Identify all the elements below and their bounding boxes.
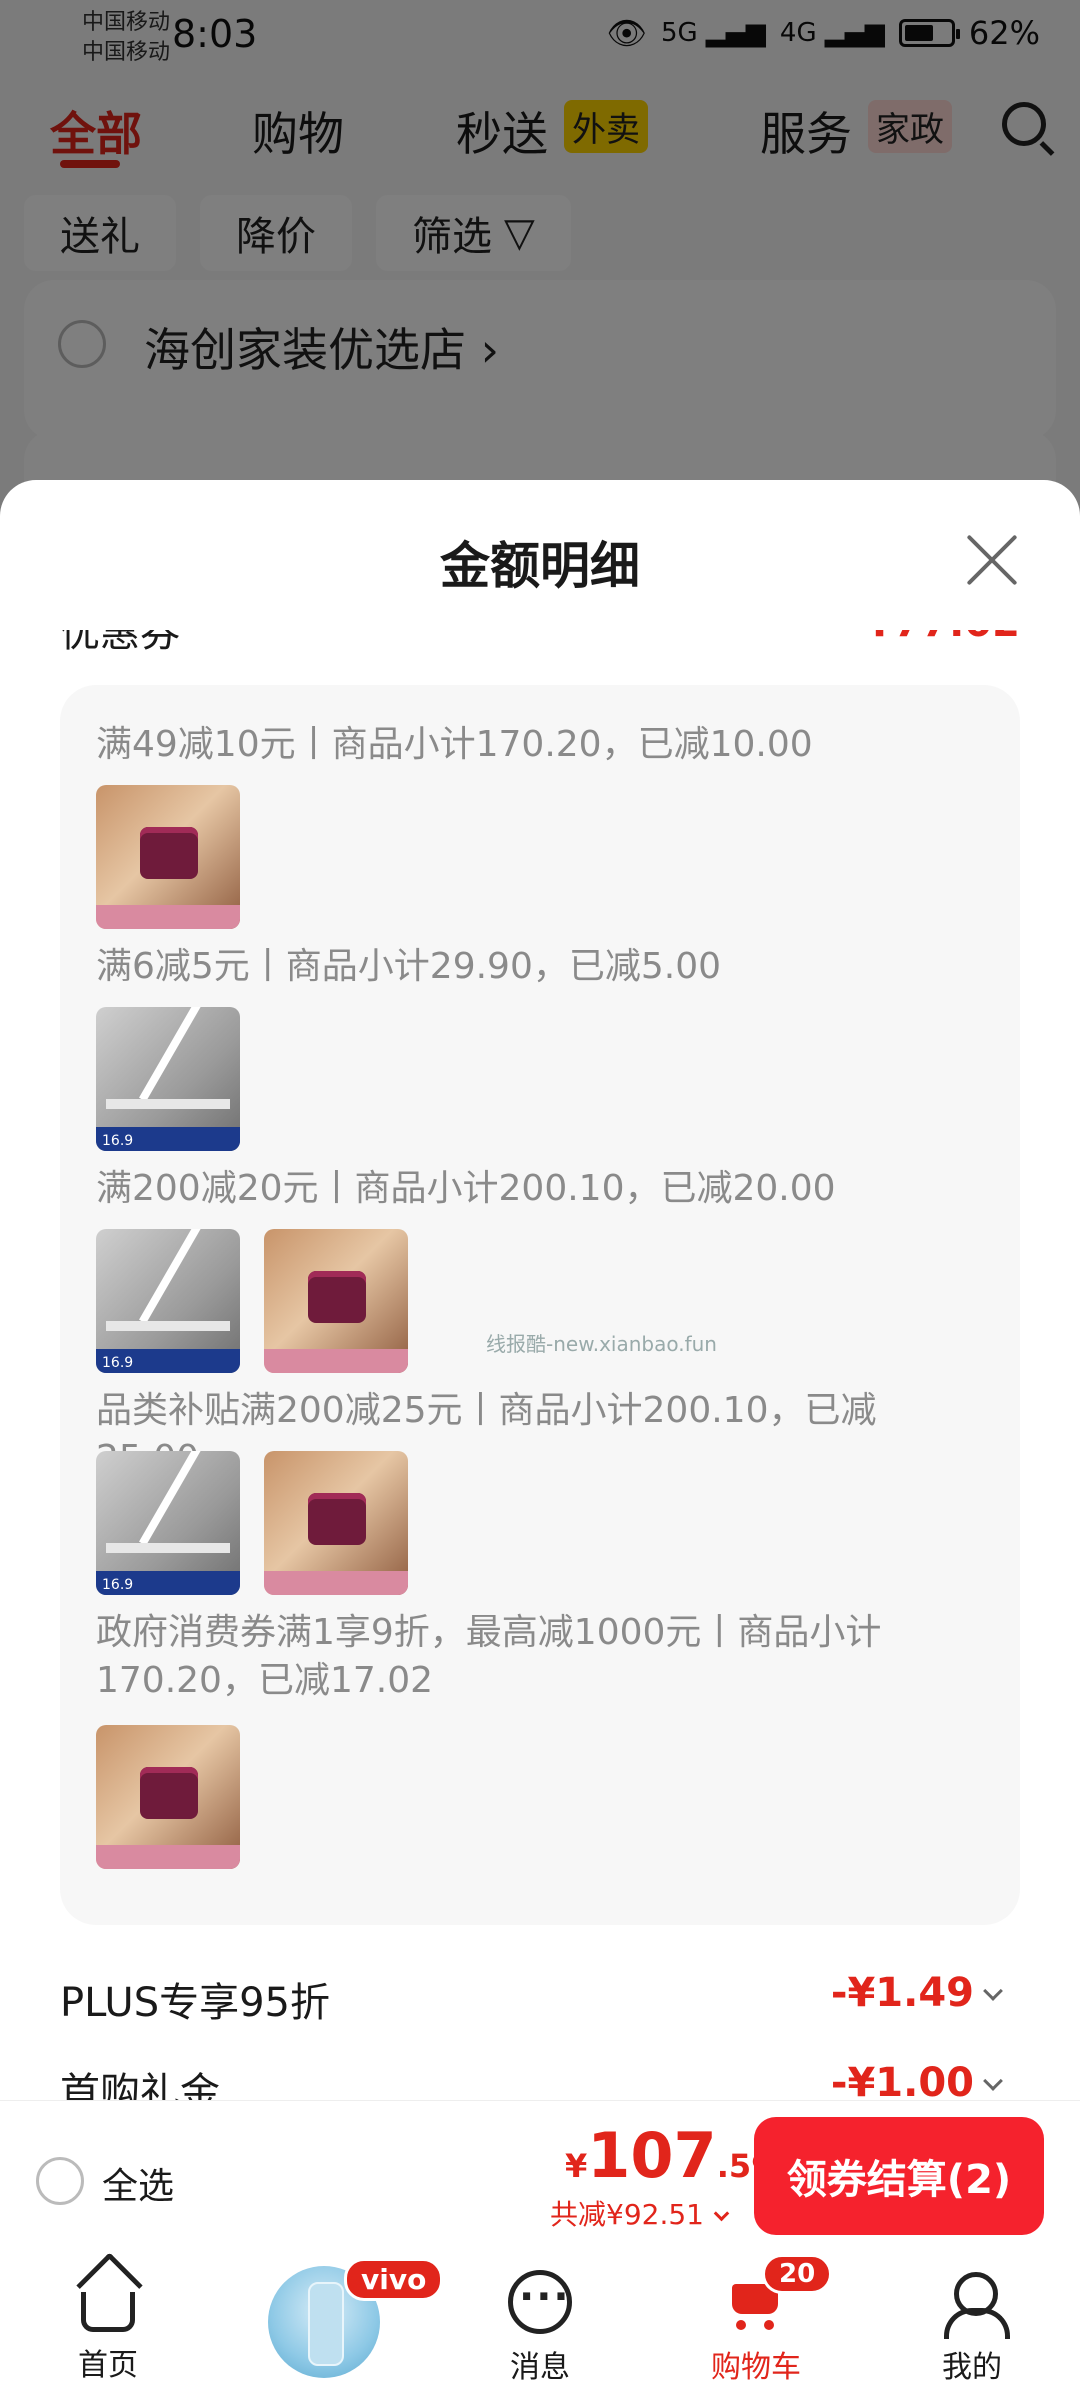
plus-discount-row[interactable]: PLUS专享95折 -¥1.49 (60, 1970, 1020, 2030)
select-all-radio[interactable] (36, 2157, 84, 2205)
amount-detail-sheet: 金额明细 优惠券 -¥77.02 满49减10元丨商品小计170.20，已减10… (0, 480, 1080, 2255)
plus-amount-value: -¥1.49 (830, 1970, 974, 2016)
product-thumb-cream[interactable] (96, 1725, 240, 1869)
checkout-bar: 全选 ¥107.59 共减¥92.51 领券结算(2) (0, 2100, 1080, 2250)
coupon-section-header[interactable]: 优惠券 -¥77.02 (60, 630, 1020, 660)
rule-text: 满6减5元丨商品小计29.90，已减5.00 (96, 946, 722, 987)
nav-mine[interactable]: 我的 (902, 2270, 1042, 2386)
product-thumb-mop[interactable]: 16.9 (96, 1229, 240, 1373)
nav-cart-label: 购物车 (711, 2350, 801, 2385)
plus-amount: -¥1.49 (830, 1970, 1003, 2016)
close-icon[interactable] (964, 532, 1020, 588)
rule-thumbs: 16.9 (96, 1007, 240, 1151)
product-thumb-mop[interactable]: 16.9 (96, 1007, 240, 1151)
mop-price-tag: 16.9 (102, 1133, 134, 1149)
sheet-title: 金额明细 (440, 537, 640, 595)
rule-text: 满200减20元丨商品小计200.10，已减20.00 (96, 1168, 836, 1209)
chevron-down-icon (713, 2205, 730, 2222)
select-all-label[interactable]: 全选 (102, 2157, 174, 2209)
nav-messages[interactable]: 消息 (470, 2270, 610, 2386)
chevron-down-icon (983, 2071, 1003, 2091)
rule-thumbs (96, 785, 240, 929)
price-integer: 107 (587, 2119, 717, 2192)
promo-badge: vivo (344, 2258, 444, 2301)
discount-total-text: 共减¥92.51 (550, 2198, 704, 2231)
product-thumb-mop[interactable]: 16.9 (96, 1451, 240, 1595)
mop-price-tag: 16.9 (102, 1355, 134, 1371)
home-icon (81, 2292, 135, 2332)
product-thumb-cream[interactable] (264, 1451, 408, 1595)
rule-thumbs: 16.9 (96, 1229, 408, 1373)
product-thumb-cream[interactable] (264, 1229, 408, 1373)
plus-label: PLUS专享95折 (60, 1980, 330, 2026)
nav-home[interactable]: 首页 (38, 2270, 178, 2384)
rule-thumbs (96, 1725, 240, 1869)
rule-thumbs: 16.9 (96, 1451, 408, 1595)
watermark: 线报酷-new.xianbao.fun (486, 1332, 717, 1356)
checkout-button[interactable]: 领券结算(2) (754, 2117, 1044, 2235)
currency-symbol: ¥ (565, 2147, 588, 2185)
discount-total[interactable]: 共减¥92.51 (550, 2193, 730, 2233)
nav-messages-label: 消息 (510, 2350, 570, 2385)
nav-mine-label: 我的 (942, 2350, 1002, 2385)
coupon-label: 优惠券 (60, 630, 180, 656)
total-price: ¥107.59 (565, 2119, 773, 2192)
profile-icon (940, 2270, 1010, 2339)
rule-text: 政府消费券满1享9折，最高减1000元丨商品小计170.20，已减17.02 (96, 1612, 882, 1701)
rule-text: 满49减10元丨商品小计170.20，已减10.00 (96, 724, 813, 765)
product-thumb-cream[interactable] (96, 785, 240, 929)
nav-home-label: 首页 (78, 2348, 138, 2383)
message-icon (508, 2270, 572, 2334)
coupon-amount: -¥77.02 (849, 630, 1020, 646)
mop-price-tag: 16.9 (102, 1577, 134, 1593)
bottom-nav: 首页 vivo 消息 购物车 20 我的 (0, 2250, 1080, 2400)
cart-count-badge: 20 (762, 2254, 833, 2294)
coupon-detail-box: 满49减10元丨商品小计170.20，已减10.00 满6减5元丨商品小计29.… (60, 685, 1020, 1925)
chevron-down-icon (983, 1981, 1003, 2001)
